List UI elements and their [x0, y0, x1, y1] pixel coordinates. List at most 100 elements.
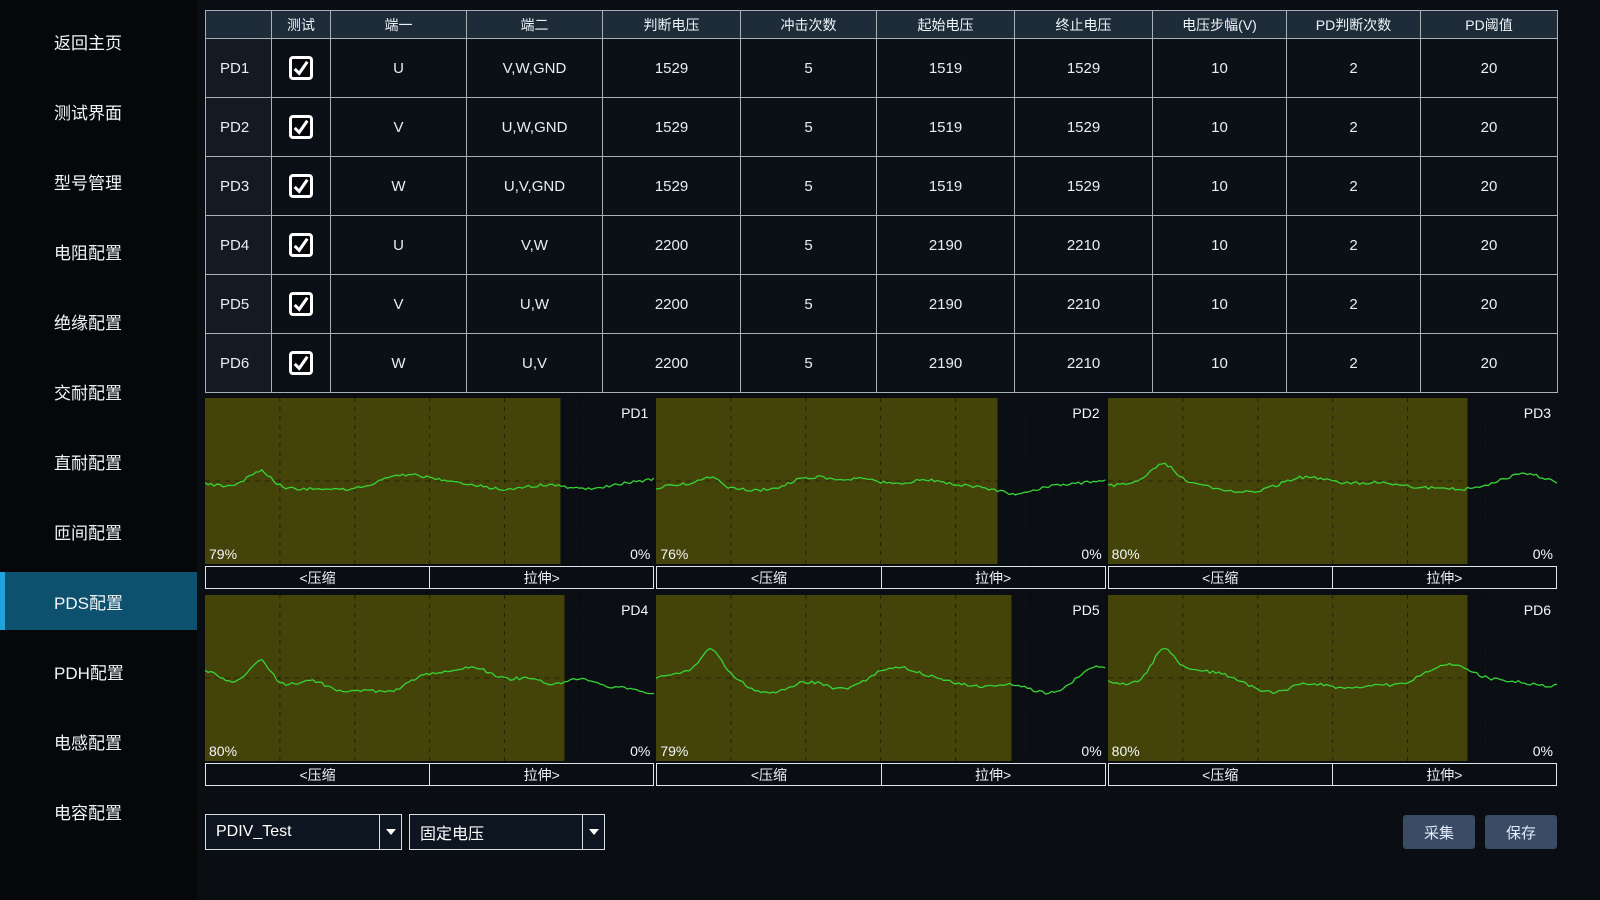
waveform-chart-pd4: PD480%0%: [205, 595, 654, 761]
compress-button[interactable]: <压缩: [1108, 763, 1333, 786]
collect-button[interactable]: 采集: [1403, 815, 1475, 849]
voltage-mode-dropdown[interactable]: 固定电压: [409, 814, 605, 850]
test-checkbox[interactable]: [289, 233, 313, 257]
column-header: PD阈值: [1421, 11, 1558, 39]
table-row: PD5VU,W220052190221010220: [206, 275, 1558, 334]
cell: 10: [1153, 39, 1287, 98]
test-checkbox-cell: [272, 216, 331, 275]
stretch-button[interactable]: 拉伸>: [882, 763, 1106, 786]
row-label: PD2: [206, 98, 272, 157]
app-window: 返回主页测试界面型号管理电阻配置绝缘配置交耐配置直耐配置匝间配置 PDS配置 PDH…: [0, 0, 1600, 900]
cell: 1519: [877, 157, 1015, 216]
test-checkbox[interactable]: [289, 351, 313, 375]
cell: 2190: [877, 216, 1015, 275]
cell: 5: [741, 39, 877, 98]
sidebar-item[interactable]: 匝间配置: [0, 502, 197, 560]
waveform-svg: [205, 398, 654, 564]
cell: 2: [1287, 216, 1421, 275]
cell: 20: [1421, 334, 1558, 393]
cell: 2: [1287, 334, 1421, 393]
chart-label: PD2: [1072, 405, 1099, 421]
sidebar-item[interactable]: 返回主页: [0, 12, 197, 70]
check-icon: [292, 295, 310, 313]
column-header: 判断电压: [603, 11, 741, 39]
table-row: PD2VU,W,GND152951519152910220: [206, 98, 1558, 157]
test-checkbox[interactable]: [289, 174, 313, 198]
stretch-button[interactable]: 拉伸>: [1333, 763, 1557, 786]
cell: 20: [1421, 98, 1558, 157]
chart-zoom-controls: <压缩拉伸>: [656, 566, 1105, 589]
chart-left-percent: 79%: [209, 546, 237, 562]
column-header: 端一: [331, 11, 467, 39]
sidebar-item[interactable]: 测试界面: [0, 82, 197, 140]
cell: 2210: [1015, 216, 1153, 275]
chart-label: PD6: [1524, 602, 1551, 618]
compress-button[interactable]: <压缩: [205, 763, 430, 786]
chart-right-percent: 0%: [1081, 546, 1101, 562]
test-checkbox[interactable]: [289, 115, 313, 139]
cell: 5: [741, 275, 877, 334]
cell: 1519: [877, 39, 1015, 98]
waveform-svg: [1108, 398, 1557, 564]
sidebar-item[interactable]: 电阻配置: [0, 222, 197, 280]
sidebar-item[interactable]: 电容配置: [0, 782, 197, 840]
sidebar-item[interactable]: 交耐配置: [0, 362, 197, 420]
chart-label: PD3: [1524, 405, 1551, 421]
compress-button[interactable]: <压缩: [1108, 566, 1333, 589]
chart-zoom-controls: <压缩拉伸>: [1108, 566, 1557, 589]
stretch-button[interactable]: 拉伸>: [430, 763, 654, 786]
charts-row-top: PD179%0%PD276%0%PD380%0%: [205, 398, 1557, 564]
column-header: PD判断次数: [1287, 11, 1421, 39]
chart-buttons-bottom: <压缩拉伸><压缩拉伸><压缩拉伸>: [205, 763, 1557, 786]
column-header: 起始电压: [877, 11, 1015, 39]
row-label: PD3: [206, 157, 272, 216]
test-checkbox-cell: [272, 98, 331, 157]
sidebar-item[interactable]: 电感配置: [0, 712, 197, 770]
sidebar-item[interactable]: PDH配置: [0, 642, 197, 700]
test-type-dropdown[interactable]: PDIV_Test: [205, 814, 402, 850]
sidebar-item[interactable]: 绝缘配置: [0, 292, 197, 350]
cell: 20: [1421, 157, 1558, 216]
test-checkbox-cell: [272, 334, 331, 393]
chart-zoom-controls: <压缩拉伸>: [205, 763, 654, 786]
stretch-button[interactable]: 拉伸>: [430, 566, 654, 589]
cell: 20: [1421, 216, 1558, 275]
footer-bar: PDIV_Test 固定电压 采集 保存: [205, 814, 1557, 850]
sidebar-item[interactable]: 型号管理: [0, 152, 197, 210]
check-icon: [292, 236, 310, 254]
chart-zoom-controls: <压缩拉伸>: [656, 763, 1105, 786]
cell: 1529: [603, 157, 741, 216]
sidebar-item[interactable]: 直耐配置: [0, 432, 197, 490]
compress-button[interactable]: <压缩: [205, 566, 430, 589]
stretch-button[interactable]: 拉伸>: [1333, 566, 1557, 589]
column-header: 电压步幅(V): [1153, 11, 1287, 39]
sidebar-item[interactable]: PDS配置: [0, 572, 197, 630]
table-row: PD4UV,W220052190221010220: [206, 216, 1558, 275]
save-button[interactable]: 保存: [1485, 815, 1557, 849]
compress-button[interactable]: <压缩: [656, 763, 881, 786]
table-row: PD6WU,V220052190221010220: [206, 334, 1558, 393]
compress-button[interactable]: <压缩: [656, 566, 881, 589]
test-checkbox[interactable]: [289, 292, 313, 316]
stretch-button[interactable]: 拉伸>: [882, 566, 1106, 589]
sidebar: 返回主页测试界面型号管理电阻配置绝缘配置交耐配置直耐配置匝间配置 PDS配置 PDH…: [0, 0, 197, 900]
cell: U: [331, 39, 467, 98]
cell: 10: [1153, 275, 1287, 334]
chart-zoom-controls: <压缩拉伸>: [205, 566, 654, 589]
cell: V: [331, 275, 467, 334]
chart-right-percent: 0%: [630, 743, 650, 759]
cell: 1529: [1015, 157, 1153, 216]
chart-zoom-controls: <压缩拉伸>: [1108, 763, 1557, 786]
chart-left-percent: 80%: [1112, 546, 1140, 562]
chart-right-percent: 0%: [1081, 743, 1101, 759]
chevron-down-icon[interactable]: [582, 815, 604, 849]
test-checkbox[interactable]: [289, 56, 313, 80]
row-label: PD6: [206, 334, 272, 393]
waveform-chart-pd1: PD179%0%: [205, 398, 654, 564]
table-row: PD3WU,V,GND152951519152910220: [206, 157, 1558, 216]
chart-left-percent: 79%: [660, 743, 688, 759]
chevron-down-icon[interactable]: [379, 815, 401, 849]
cell: 10: [1153, 157, 1287, 216]
row-label: PD5: [206, 275, 272, 334]
check-icon: [292, 177, 310, 195]
